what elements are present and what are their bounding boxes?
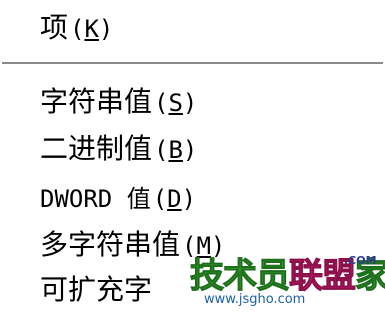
accelerator: (M) [182, 232, 226, 260]
accelerator: (D) [152, 185, 197, 213]
accelerator: (S) [154, 89, 198, 117]
accelerator: (B) [154, 136, 198, 164]
accelerator: (K) [70, 15, 114, 43]
menu-item-key[interactable]: 项(K) [40, 6, 113, 50]
menu-item-string-value[interactable]: 字符串值(S) [40, 80, 197, 124]
context-submenu: 项(K) 字符串值(S) 二进制值(B) DWORD 值(D) 多字符串值(M)… [0, 0, 385, 326]
menu-item-multi-string-value[interactable]: 多字符串值(M) [40, 223, 225, 267]
menu-separator [2, 62, 383, 65]
menu-item-label: 字符串值 [40, 85, 153, 118]
menu-item-label: 多字符串值 [40, 228, 181, 261]
menu-item-label: 二进制值 [40, 132, 153, 165]
menu-item-label: DWORD 值 [40, 185, 151, 213]
menu-item-dword-value[interactable]: DWORD 值(D) [40, 176, 196, 220]
menu-item-expandable-string-value[interactable]: 可扩充字 [40, 268, 152, 312]
menu-item-binary-value[interactable]: 二进制值(B) [40, 127, 197, 171]
watermark-com-label: .COM [344, 254, 377, 267]
menu-item-label: 可扩充字 [40, 273, 153, 306]
menu-item-label: 项 [40, 11, 69, 44]
watermark-url: www.jsgho.com [204, 292, 306, 307]
